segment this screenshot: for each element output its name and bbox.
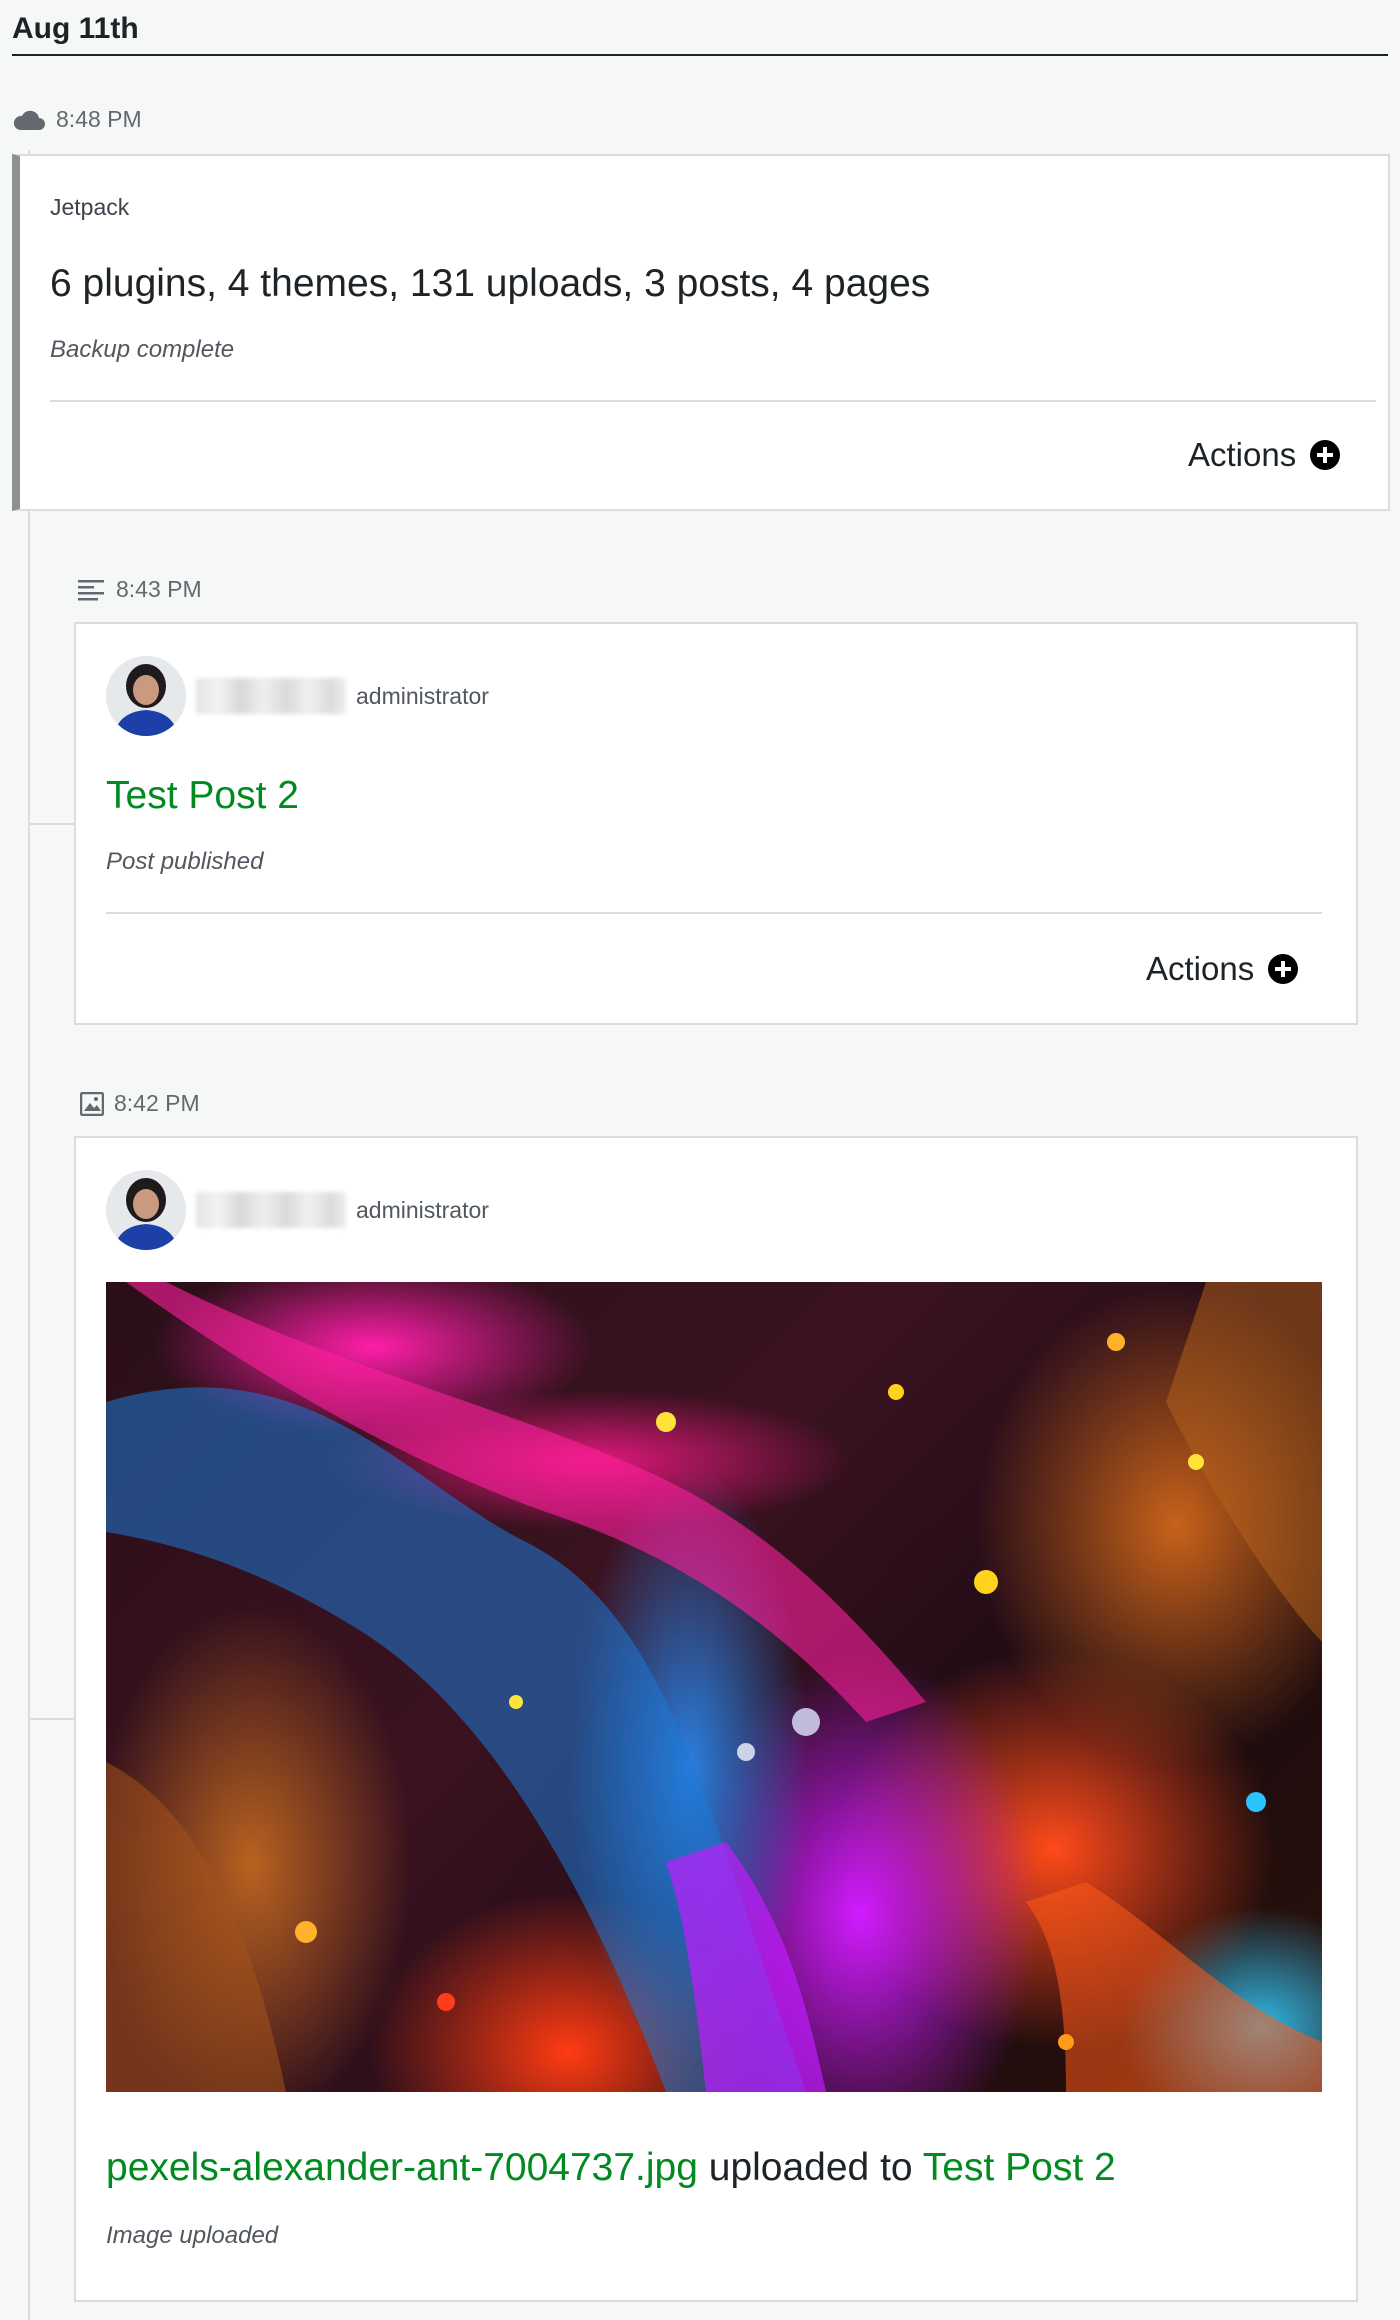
activity-log-page: Aug 11th 8:48 PM Jetpack 6 plugins, 4 th… <box>0 0 1400 2320</box>
event-status: Post published <box>106 848 264 875</box>
event-time: 8:48 PM <box>56 106 142 132</box>
timeline-branch <box>28 1718 74 1720</box>
uploaded-file-link[interactable]: pexels-alexander-ant-7004737.jpg <box>106 2146 698 2189</box>
image-icon <box>80 1091 104 1116</box>
event-time-row: 8:48 PM <box>12 106 142 133</box>
user-role: administrator <box>356 1196 489 1223</box>
actions-button[interactable]: Actions <box>1146 950 1299 988</box>
actions-label: Actions <box>1146 950 1255 987</box>
author-row: administrator <box>106 1170 489 1250</box>
image-event-card: administrator pexels-alexander-ant-70047… <box>74 1136 1358 2302</box>
event-status: Image uploaded <box>106 2222 279 2249</box>
cloud-icon <box>12 108 46 132</box>
event-time: 8:43 PM <box>116 576 202 602</box>
avatar[interactable] <box>106 656 186 736</box>
post-event-card: administrator Test Post 2 Post published… <box>74 622 1358 1025</box>
event-time-row: 8:42 PM <box>80 1090 200 1117</box>
backup-summary: 6 plugins, 4 themes, 131 uploads, 3 post… <box>50 262 931 305</box>
actions-button[interactable]: Actions <box>1188 436 1341 474</box>
event-source: Jetpack <box>50 194 130 220</box>
plus-circle-icon <box>1268 954 1299 984</box>
uploaded-to-text: uploaded to <box>697 2146 923 2189</box>
target-post-link[interactable]: Test Post 2 <box>923 2146 1116 2189</box>
event-time: 8:42 PM <box>114 1090 200 1116</box>
author-row: administrator <box>106 656 489 736</box>
card-divider <box>106 912 1322 914</box>
card-divider <box>50 400 1376 402</box>
backup-event-card: Jetpack 6 plugins, 4 themes, 131 uploads… <box>12 154 1390 511</box>
avatar[interactable] <box>106 1170 186 1250</box>
event-status: Backup complete <box>50 336 235 363</box>
uploaded-image-preview[interactable] <box>106 1282 1322 2092</box>
post-title-link[interactable]: Test Post 2 <box>106 774 299 818</box>
redacted-username <box>196 1192 346 1228</box>
redacted-username <box>196 678 346 714</box>
plus-circle-icon <box>1310 440 1341 470</box>
date-heading: Aug 11th <box>12 12 1388 56</box>
actions-label: Actions <box>1188 436 1297 473</box>
timeline-branch <box>28 823 74 825</box>
post-icon <box>78 579 106 601</box>
upload-description: pexels-alexander-ant-7004737.jpg uploade… <box>106 2146 1116 2190</box>
user-role: administrator <box>356 682 489 709</box>
event-time-row: 8:43 PM <box>78 576 202 603</box>
